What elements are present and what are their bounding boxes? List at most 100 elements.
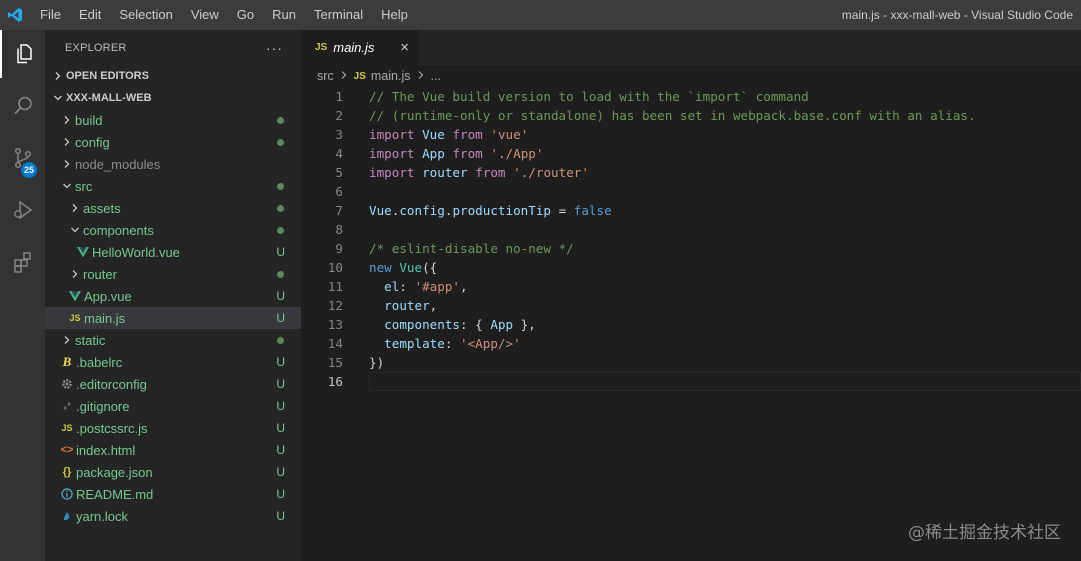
code-line[interactable]: 4 import App from './App': [301, 144, 1081, 163]
search-activity[interactable]: [0, 82, 45, 130]
tree-item-label: .babelrc: [76, 354, 123, 370]
menu-help[interactable]: Help: [372, 0, 417, 30]
tree-folder[interactable]: config: [45, 131, 301, 153]
code-token: from: [452, 146, 483, 161]
chevron-right-icon: [67, 269, 83, 279]
tree-item-label: index.html: [76, 442, 136, 458]
git-status-dot: [277, 227, 284, 234]
tree-folder[interactable]: assets: [45, 197, 301, 219]
code-line[interactable]: 16: [301, 372, 1081, 391]
code-line[interactable]: 9 /* eslint-disable no-new */: [301, 239, 1081, 258]
tree-folder[interactable]: src: [45, 175, 301, 197]
extensions-activity[interactable]: [0, 238, 45, 286]
tree-file[interactable]: <> index.html U: [45, 439, 301, 461]
code-line[interactable]: 11 el: '#app',: [301, 277, 1081, 296]
source-control-activity[interactable]: 25: [0, 134, 45, 182]
code-token: App: [422, 146, 445, 161]
code-text: template: '<App/>': [369, 334, 521, 353]
git-status-badge: U: [276, 355, 285, 369]
tree-folder[interactable]: static: [45, 329, 301, 351]
tree-folder[interactable]: router: [45, 263, 301, 285]
git-status-badge: U: [276, 245, 285, 259]
project-section[interactable]: XXX-MALL-WEB: [45, 87, 301, 109]
line-number: 12: [327, 298, 343, 313]
git-status-badge: U: [276, 443, 285, 457]
tree-folder[interactable]: node_modules: [45, 153, 301, 175]
tree-file[interactable]: .gitignore U: [45, 395, 301, 417]
code-text: el: '#app',: [369, 277, 467, 296]
tree-item-label: App.vue: [84, 288, 132, 304]
vue-file-icon: [75, 246, 91, 258]
tree-file[interactable]: B .babelrc U: [45, 351, 301, 373]
menu-selection[interactable]: Selection: [110, 0, 181, 30]
line-number: 13: [327, 317, 343, 332]
code-line[interactable]: 8: [301, 220, 1081, 239]
tree-file[interactable]: JS main.js U: [45, 307, 301, 329]
menu-terminal[interactable]: Terminal: [305, 0, 372, 30]
code-token: '#app': [414, 279, 461, 294]
tree-folder[interactable]: build: [45, 109, 301, 131]
code-line[interactable]: 3 import Vue from 'vue': [301, 125, 1081, 144]
breadcrumb-file[interactable]: main.js: [371, 69, 411, 83]
git-status-badge: U: [276, 465, 285, 479]
tree-item-label: .editorconfig: [76, 376, 147, 392]
code-line[interactable]: 13 components: { App },: [301, 315, 1081, 334]
tree-file[interactable]: .editorconfig U: [45, 373, 301, 395]
menu-edit[interactable]: Edit: [70, 0, 110, 30]
code-line[interactable]: 1 // The Vue build version to load with t…: [301, 87, 1081, 106]
chevron-right-icon: [59, 159, 75, 169]
code-line[interactable]: 5 import router from './router': [301, 163, 1081, 182]
babel-file-icon: B: [62, 354, 72, 369]
git-status-badge: U: [276, 399, 285, 413]
title-bar: File Edit Selection View Go Run Terminal Help m…: [0, 0, 1081, 30]
git-status-badge: U: [276, 509, 285, 523]
code-line[interactable]: 14 template: '<App/>': [301, 334, 1081, 353]
close-icon[interactable]: ×: [400, 30, 409, 65]
chevron-down-icon: [59, 181, 75, 191]
breadcrumb-folder[interactable]: src: [317, 69, 334, 83]
menu-file[interactable]: File: [30, 0, 70, 30]
code-line[interactable]: 15}): [301, 353, 1081, 372]
menu-view[interactable]: View: [182, 0, 228, 30]
tree-file[interactable]: HelloWorld.vue U: [45, 241, 301, 263]
code-line[interactable]: 2 // (runtime-only or standalone) has bee…: [301, 106, 1081, 125]
open-editors-section[interactable]: OPEN EDITORS: [45, 65, 301, 87]
code-line[interactable]: 6: [301, 182, 1081, 201]
explorer-activity[interactable]: [0, 30, 45, 78]
tab-bar: JS main.js ×: [301, 30, 1081, 65]
vue-file-icon: [67, 290, 83, 302]
more-actions-button[interactable]: ···: [266, 40, 283, 56]
tree-file[interactable]: yarn.lock U: [45, 505, 301, 527]
code-text: new Vue({: [369, 258, 437, 277]
code-token: ({: [422, 260, 438, 275]
menu-run[interactable]: Run: [263, 0, 305, 30]
tree-item-label: router: [83, 266, 117, 282]
tree-file[interactable]: {} package.json U: [45, 461, 301, 483]
menu-go[interactable]: Go: [228, 0, 263, 30]
tab-main-js[interactable]: JS main.js ×: [301, 30, 419, 65]
tree-item-label: yarn.lock: [76, 508, 129, 524]
json-file-icon: {}: [62, 466, 72, 478]
tree-file[interactable]: README.md U: [45, 483, 301, 505]
tree-file[interactable]: App.vue U: [45, 285, 301, 307]
tree-folder[interactable]: components: [45, 219, 301, 241]
code-line[interactable]: 12 router,: [301, 296, 1081, 315]
code-line[interactable]: 7 Vue.config.productionTip = false: [301, 201, 1081, 220]
code-token: // (runtime-only or standalone) has been…: [369, 108, 976, 123]
code-editor[interactable]: 1 // The Vue build version to load with t…: [301, 87, 1081, 391]
code-token: productionTip: [452, 203, 552, 218]
run-debug-activity[interactable]: [0, 186, 45, 234]
html-file-icon: <>: [60, 444, 74, 456]
code-token: :: [444, 336, 461, 351]
code-token: },: [513, 317, 536, 332]
tab-label: main.js: [333, 40, 375, 55]
tree-item-label: static: [75, 332, 106, 348]
line-number: 16: [327, 374, 343, 389]
git-status-badge: U: [276, 289, 285, 303]
code-token: App: [490, 317, 514, 332]
breadcrumb-more[interactable]: ...: [431, 69, 441, 83]
code-token: './router': [513, 165, 589, 180]
code-line[interactable]: 10 new Vue({: [301, 258, 1081, 277]
files-icon: [16, 44, 32, 64]
tree-file[interactable]: JS .postcssrc.js U: [45, 417, 301, 439]
